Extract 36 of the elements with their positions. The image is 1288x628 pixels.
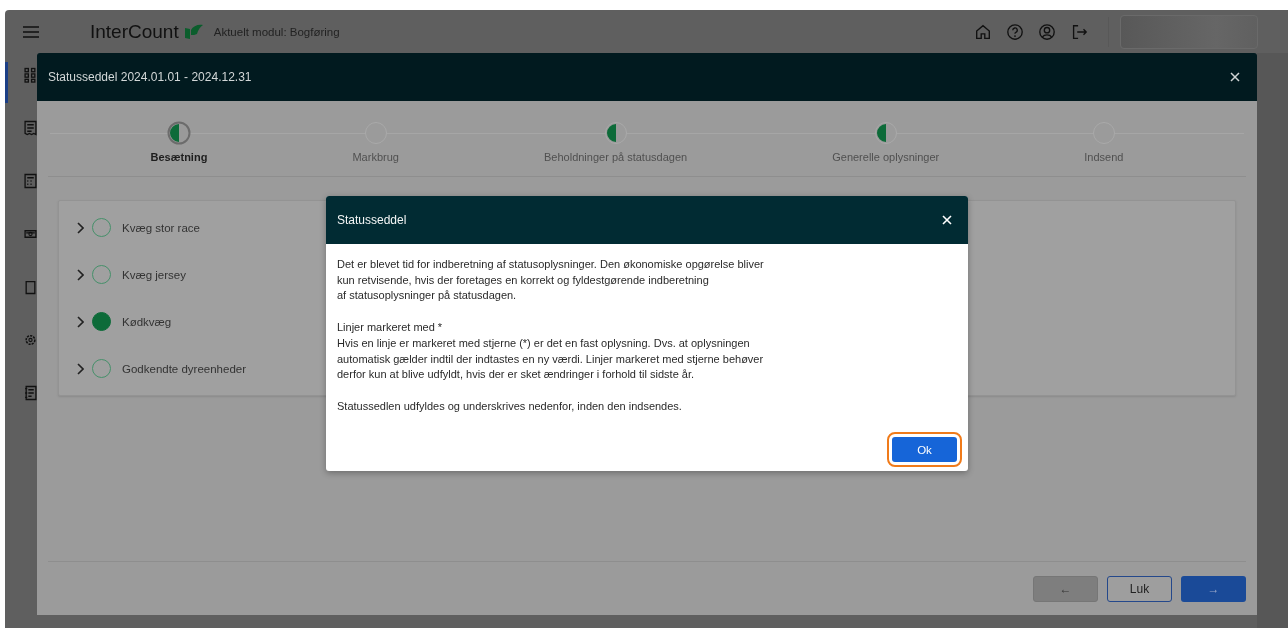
user-icon[interactable] xyxy=(1038,22,1056,41)
message-paragraph: Statussedlen udfyldes og underskrives nedenfor, inden den indsendes. xyxy=(337,398,683,414)
module-label: Aktuelt modul: Bogføring xyxy=(213,25,340,38)
dialog-title: Statusseddel 2024.01.01 - 2024.12.31 xyxy=(48,70,253,84)
step-tab[interactable]: Markbrug xyxy=(352,121,399,176)
receipt-icon[interactable] xyxy=(24,120,37,136)
document-icon[interactable] xyxy=(24,279,37,295)
close-icon[interactable] xyxy=(1230,72,1240,82)
chevron-icon[interactable] xyxy=(76,315,84,328)
calculator-icon[interactable] xyxy=(24,173,37,189)
close-button[interactable]: Luk xyxy=(1107,575,1172,602)
leaf-logo-icon xyxy=(183,23,204,40)
message-paragraph: Det er blevet tid for indberetning af statusoplysninger. Den økonomiske opgørelse bliver kun retvisende, hvis der foretages en korrekt og fyldestgørende indberetning af statusoplysninger på statusdagen. xyxy=(337,257,765,304)
group-label[interactable]: Kødkvæg xyxy=(122,315,172,328)
logout-icon[interactable] xyxy=(1070,22,1088,41)
back-button[interactable]: ← xyxy=(1033,575,1098,602)
modal-title: Statusseddel xyxy=(337,213,408,227)
group-label[interactable]: Kvæg stor race xyxy=(122,221,200,234)
message-paragraph: Linjer markeret med * Hvis en linje er markeret med stjerne (*) er det en fast oplysning. Dvs. at oplysningen automatisk gælder indtil der indtastes en ny værdi. Linjer markeret med stjerne behøver derfor kun at blive udfyldt, hvis der er sket ændringer i forhold til sidste år. xyxy=(337,320,765,383)
step-tab[interactable]: Generelle oplysninger xyxy=(832,121,940,176)
grid-icon[interactable] xyxy=(24,67,37,83)
help-icon[interactable] xyxy=(1006,22,1024,41)
notebook-icon[interactable] xyxy=(24,385,37,401)
home-icon[interactable] xyxy=(974,22,992,41)
menu-icon[interactable] xyxy=(23,25,39,38)
step-tab[interactable]: Beholdninger på statusdagen xyxy=(544,121,688,176)
chevron-icon[interactable] xyxy=(76,362,84,375)
chevron-icon[interactable] xyxy=(76,268,84,281)
step-tab[interactable]: Besætning xyxy=(150,121,208,176)
chevron-icon[interactable] xyxy=(76,221,84,234)
group-label[interactable]: Godkendte dyreenheder xyxy=(122,362,247,375)
step-tab[interactable]: Indsend xyxy=(1084,121,1124,176)
group-label[interactable]: Kvæg jersey xyxy=(122,268,186,281)
next-button[interactable]: → xyxy=(1181,575,1246,602)
brand-name: InterCount xyxy=(90,20,179,43)
settings-icon[interactable] xyxy=(24,332,37,348)
